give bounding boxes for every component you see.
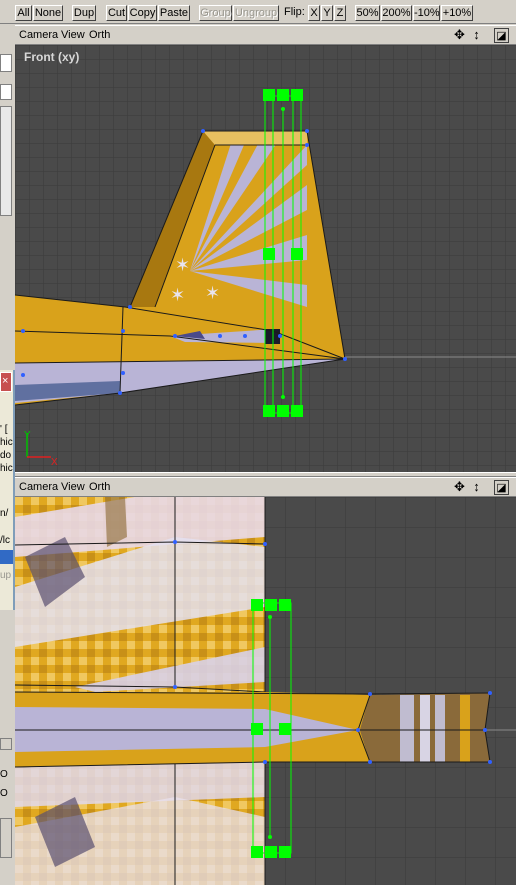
move-icon[interactable]: ✥ xyxy=(452,480,467,495)
scale-handle[interactable] xyxy=(265,846,277,858)
orth-menu[interactable]: Orth xyxy=(89,29,110,41)
zoomed-tail-mesh[interactable] xyxy=(15,497,266,885)
front-viewport-canvas[interactable]: ✶ ✶ ✶ Y X xyxy=(15,45,516,472)
maximize-icon[interactable]: ◪ xyxy=(494,28,509,43)
star-decal: ✶ xyxy=(175,255,190,275)
dialog-text: /lc xyxy=(0,535,10,546)
scale-handle[interactable] xyxy=(277,89,289,101)
scale-handle[interactable] xyxy=(265,599,277,611)
side-panel-field[interactable] xyxy=(0,54,12,72)
front-viewport-header: Camera View Orth ✥ ↕ ◪ xyxy=(15,25,516,45)
scale-handle[interactable] xyxy=(251,599,263,611)
dialog-text: ' [ xyxy=(0,424,8,435)
dialog-button-fragment[interactable]: up xyxy=(0,570,11,581)
camera-menu[interactable]: Camera xyxy=(19,481,58,493)
scale-handle[interactable] xyxy=(291,248,303,260)
zoom-drag-icon[interactable]: ↕ xyxy=(469,480,484,495)
star-decal: ✶ xyxy=(170,285,185,305)
scale-handle[interactable] xyxy=(251,723,263,735)
flip-x-button[interactable]: X xyxy=(308,5,320,21)
view-menu[interactable]: View xyxy=(61,29,85,41)
move-icon[interactable]: ✥ xyxy=(452,28,467,43)
close-icon[interactable]: × xyxy=(0,372,12,392)
group-button[interactable]: Group xyxy=(199,5,232,21)
scale-handle[interactable] xyxy=(251,846,263,858)
scale-handle[interactable] xyxy=(291,89,303,101)
scale-handle[interactable] xyxy=(291,405,303,417)
orth-menu[interactable]: Orth xyxy=(89,481,110,493)
ungroup-button[interactable]: Ungroup xyxy=(233,5,279,21)
flip-label: Flip: xyxy=(284,6,305,18)
maximize-icon[interactable]: ◪ xyxy=(494,480,509,495)
scroll-arrow[interactable] xyxy=(0,738,12,750)
scale-handle[interactable] xyxy=(279,846,291,858)
scale-handle[interactable] xyxy=(279,599,291,611)
dialog-text: hic xyxy=(0,437,13,448)
scale-handle[interactable] xyxy=(279,723,291,735)
camera-menu[interactable]: Camera xyxy=(19,29,58,41)
side-panel-button[interactable] xyxy=(0,818,12,858)
paste-button[interactable]: Paste xyxy=(158,5,190,21)
zoom-drag-icon[interactable]: ↕ xyxy=(469,28,484,43)
cut-button[interactable]: Cut xyxy=(106,5,127,21)
select-none-button[interactable]: None xyxy=(33,5,63,21)
zoom-50-button[interactable]: 50% xyxy=(355,5,380,21)
scale-handle[interactable] xyxy=(277,405,289,417)
zoomed-viewport[interactable] xyxy=(15,497,516,885)
side-panel-edge: × ' [ hic do hic n/ /lc up O O xyxy=(0,24,15,885)
selected-list-item[interactable] xyxy=(0,550,13,564)
scale-handle[interactable] xyxy=(263,248,275,260)
dialog-text: hic xyxy=(0,463,13,474)
flip-z-button[interactable]: Z xyxy=(334,5,346,21)
scale-handle[interactable] xyxy=(263,405,275,417)
radio-fragment[interactable]: O xyxy=(0,769,8,780)
front-viewport[interactable]: ✶ ✶ ✶ Y X Front (xy) xyxy=(15,45,516,472)
zoom-200-button[interactable]: 200% xyxy=(381,5,412,21)
side-panel-field[interactable] xyxy=(0,84,12,100)
zoom-plus-10-button[interactable]: +10% xyxy=(441,5,473,21)
star-decal: ✶ xyxy=(205,283,220,303)
radio-fragment[interactable]: O xyxy=(0,788,8,799)
scale-handle[interactable] xyxy=(263,89,275,101)
view-menu[interactable]: View xyxy=(61,481,85,493)
svg-text:X: X xyxy=(51,457,58,468)
dialog-text: n/ xyxy=(0,508,9,519)
floating-dialog-edge: × ' [ hic do hic n/ /lc up xyxy=(0,370,15,610)
viewport-label: Front (xy) xyxy=(24,50,80,64)
main-toolbar: All None Dup Cut Copy Paste Group Ungrou… xyxy=(0,0,516,24)
select-all-button[interactable]: All xyxy=(15,5,32,21)
zoomed-viewport-canvas[interactable] xyxy=(15,497,516,885)
copy-button[interactable]: Copy xyxy=(128,5,157,21)
zoom-minus-10-button[interactable]: -10% xyxy=(413,5,440,21)
duplicate-button[interactable]: Dup xyxy=(72,5,96,21)
svg-text:Y: Y xyxy=(24,430,31,441)
side-panel-list[interactable] xyxy=(0,106,12,216)
flip-y-button[interactable]: Y xyxy=(321,5,333,21)
zoomed-viewport-header: Camera View Orth ✥ ↕ ◪ xyxy=(15,477,516,497)
dialog-text: do xyxy=(0,450,12,461)
